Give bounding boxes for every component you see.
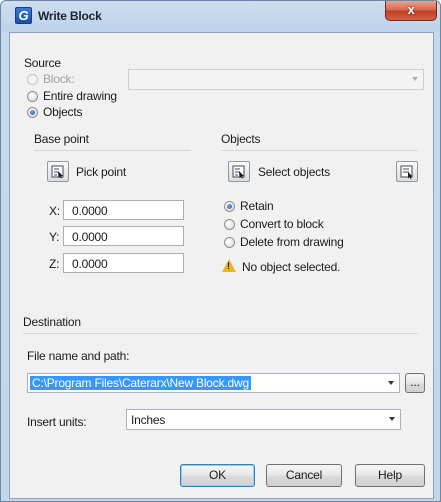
quick-select-icon [400,165,413,179]
quick-select-button[interactable] [396,161,418,182]
z-coordinate-input[interactable]: 0.0000 [63,253,184,273]
destination-heading: Destination [23,315,81,329]
pick-point-icon [51,165,64,179]
delete-from-drawing-label: Delete from drawing [240,235,344,249]
convert-to-block-label: Convert to block [240,217,324,231]
objects-heading: Objects [221,132,261,146]
z-value: 0.0000 [72,257,108,271]
objects-radio[interactable] [27,107,38,118]
pick-point-button[interactable] [47,161,69,182]
x-label: X: [49,204,60,218]
file-path-combo[interactable]: C:\Program Files\Caterarx\New Block.dwg [27,373,400,393]
base-point-divider [34,150,191,151]
insert-units-value: Inches [131,413,166,427]
select-objects-icon [232,165,245,179]
x-coordinate-input[interactable]: 0.0000 [63,200,184,220]
file-path-value: C:\Program Files\Caterarx\New Block.dwg [30,376,251,390]
delete-from-drawing-radio[interactable] [224,237,235,248]
y-value: 0.0000 [72,230,108,244]
z-label: Z: [49,257,60,271]
browse-button[interactable]: ... [405,373,425,393]
file-path-label: File name and path: [27,349,130,363]
objects-radio-label: Objects [43,105,83,119]
dialog-body: Source Block: Entire drawing Objects Bas… [9,32,434,499]
convert-to-block-radio[interactable] [224,219,235,230]
ok-button[interactable]: OK [180,464,255,487]
no-object-warning: No object selected. [242,260,341,274]
app-icon: G [15,7,32,24]
block-radio-label: Block: [43,72,75,86]
insert-units-label: Insert units: [27,415,87,429]
block-name-combo[interactable] [128,69,424,90]
pick-point-label: Pick point [76,165,127,179]
dialog-title: Write Block [38,9,102,23]
write-block-dialog: G Write Block x Source Block: Entire dra… [0,0,441,502]
retain-label: Retain [240,199,274,213]
chevron-down-icon [412,77,418,81]
block-radio[interactable] [27,74,38,85]
select-objects-button[interactable] [228,161,250,182]
source-heading: Source [24,56,61,70]
cancel-button[interactable]: Cancel [266,464,342,487]
objects-divider [221,150,418,151]
select-objects-label: Select objects [258,165,330,179]
x-value: 0.0000 [72,204,108,218]
chevron-down-icon [389,417,395,421]
warning-icon: ! [222,259,236,272]
destination-divider [23,333,418,334]
entire-drawing-label: Entire drawing [43,89,117,103]
title-bar[interactable]: G Write Block x [1,1,440,33]
y-coordinate-input[interactable]: 0.0000 [63,226,184,246]
help-button[interactable]: Help [355,464,425,487]
chevron-down-icon [388,381,394,385]
close-button[interactable]: x [385,1,437,21]
y-label: Y: [49,230,60,244]
insert-units-combo[interactable]: Inches [126,409,401,430]
base-point-heading: Base point [34,132,89,146]
entire-drawing-radio[interactable] [27,91,38,102]
retain-radio[interactable] [224,201,235,212]
close-icon: x [407,2,415,17]
